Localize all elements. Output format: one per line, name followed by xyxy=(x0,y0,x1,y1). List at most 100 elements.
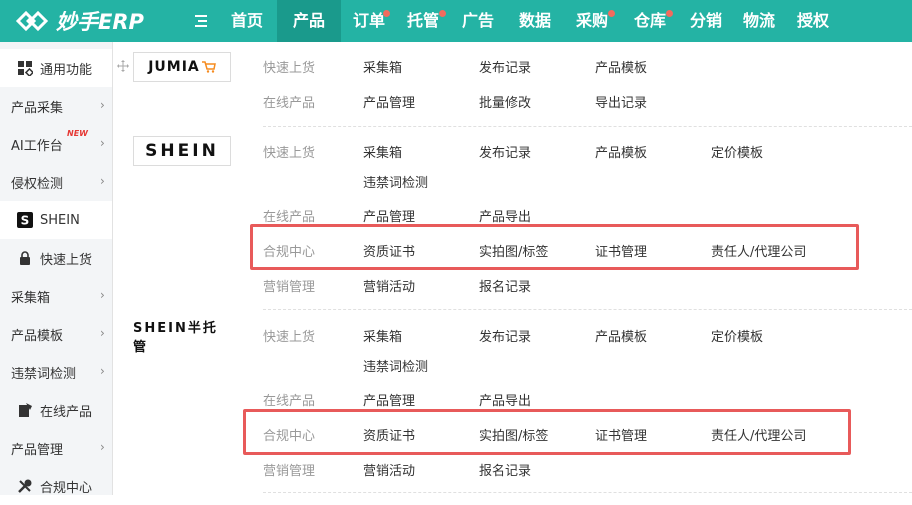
link-collect-box[interactable]: 采集箱 xyxy=(363,57,402,76)
logo-text: 妙手ERP xyxy=(56,10,144,34)
sidebar-item-collect-box[interactable]: 采集箱 › xyxy=(0,277,112,315)
row-label-quick-listing: 快速上货 xyxy=(263,330,316,345)
sidebar-item-ai-workbench[interactable]: AI工作台 NEW › xyxy=(0,125,112,163)
product-menu-panel: JUMIA 快速上货 采集箱 发布记录 产品模板 在线产品 产品管理 批量修改 … xyxy=(113,42,912,495)
nav-tab-home[interactable]: 首页 xyxy=(217,0,277,42)
lock-icon xyxy=(20,251,30,265)
sidebar-item-label: 合规中心 xyxy=(40,480,93,496)
brand-name: SHEIN半托管 xyxy=(133,321,218,355)
nav-tab-orders[interactable]: 订单 xyxy=(341,0,397,42)
link-banned-words-check[interactable]: 违禁词检测 xyxy=(363,172,428,191)
link-publish-records[interactable]: 发布记录 xyxy=(479,57,531,76)
tools-icon xyxy=(18,479,32,493)
sidebar-item-product-management[interactable]: 产品管理 › xyxy=(0,429,112,467)
link-product-management[interactable]: 产品管理 xyxy=(363,92,415,111)
sidebar-item-compliance[interactable]: 合规中心 xyxy=(0,467,112,505)
nav-tab-products[interactable]: 产品 xyxy=(277,0,341,42)
sidebar-item-online-products[interactable]: 在线产品 xyxy=(0,391,112,429)
link-export-records[interactable]: 导出记录 xyxy=(595,92,647,111)
move-icon[interactable] xyxy=(117,60,129,72)
link-certificate-management[interactable]: 证书管理 xyxy=(595,241,647,260)
link-real-photo-label[interactable]: 实拍图/标签 xyxy=(479,241,548,260)
sidebar-item-label: 侵权检测 xyxy=(11,176,64,192)
shein-logo: SHEIN xyxy=(133,136,231,166)
link-publish-records[interactable]: 发布记录 xyxy=(479,326,531,345)
link-marketing-activities[interactable]: 营销活动 xyxy=(363,460,415,479)
sidebar-item-label: AI工作台 xyxy=(11,138,63,154)
link-registration-records[interactable]: 报名记录 xyxy=(479,460,531,479)
logo-mark-icon xyxy=(15,10,49,32)
row-label-online-products: 在线产品 xyxy=(263,96,316,111)
sidebar-item-general[interactable]: 通用功能 xyxy=(0,49,112,87)
link-responsible-agent[interactable]: 责任人/代理公司 xyxy=(711,241,806,260)
link-product-management[interactable]: 产品管理 xyxy=(363,206,415,225)
sidebar-item-label: 快速上货 xyxy=(40,252,93,268)
link-collect-box[interactable]: 采集箱 xyxy=(363,326,402,345)
nav-tab-data[interactable]: 数据 xyxy=(507,0,563,42)
section-divider xyxy=(263,126,912,127)
sidebar-item-shein[interactable]: S SHEIN xyxy=(0,201,112,239)
link-product-export[interactable]: 产品导出 xyxy=(479,390,531,409)
app-logo[interactable]: 妙手ERP xyxy=(14,5,144,37)
link-product-management[interactable]: 产品管理 xyxy=(363,390,415,409)
link-qualification-certificate[interactable]: 资质证书 xyxy=(363,241,415,260)
chevron-right-icon: › xyxy=(100,364,105,378)
menu-toggle-icon[interactable] xyxy=(193,13,209,29)
grid-icon xyxy=(18,61,33,76)
sidebar-item-product-template[interactable]: 产品模板 › xyxy=(0,315,112,353)
svg-text:S: S xyxy=(21,214,30,228)
chevron-right-icon: › xyxy=(100,136,105,150)
link-publish-records[interactable]: 发布记录 xyxy=(479,142,531,161)
row-label-online-products: 在线产品 xyxy=(263,394,316,409)
row-label-compliance-center: 合规中心 xyxy=(263,429,316,444)
sidebar-item-infringement[interactable]: 侵权检测 › xyxy=(0,163,112,201)
top-navigation-bar: 妙手ERP 首页 产品 订单 托管 广告 数据 采购 仓库 分销 物流 授权 xyxy=(0,0,912,42)
row-label-marketing: 营销管理 xyxy=(263,280,316,295)
link-pricing-template[interactable]: 定价模板 xyxy=(711,142,763,161)
sidebar-item-quick-listing[interactable]: 快速上货 xyxy=(0,239,112,277)
jumia-logo: JUMIA xyxy=(133,52,231,82)
notification-dot xyxy=(439,10,446,17)
row-label-quick-listing: 快速上货 xyxy=(263,146,316,161)
notification-dot xyxy=(666,10,673,17)
link-product-template[interactable]: 产品模板 xyxy=(595,326,647,345)
section-divider xyxy=(263,309,912,310)
nav-tab-logistics[interactable]: 物流 xyxy=(733,0,785,42)
nav-tab-authorization[interactable]: 授权 xyxy=(785,0,841,42)
cart-icon xyxy=(201,61,216,73)
row-label-compliance-center: 合规中心 xyxy=(263,245,316,260)
nav-tab-distribution[interactable]: 分销 xyxy=(679,0,733,42)
link-qualification-certificate[interactable]: 资质证书 xyxy=(363,425,415,444)
sidebar-item-label: 采集箱 xyxy=(11,290,51,306)
link-product-export[interactable]: 产品导出 xyxy=(479,206,531,225)
link-registration-records[interactable]: 报名记录 xyxy=(479,276,531,295)
notification-dot xyxy=(383,10,390,17)
link-banned-words-check[interactable]: 违禁词检测 xyxy=(363,356,428,375)
nav-tab-hosting[interactable]: 托管 xyxy=(397,0,449,42)
main-nav: 首页 产品 订单 托管 广告 数据 采购 仓库 分销 物流 授权 xyxy=(217,0,841,42)
sidebar-item-label: 产品模板 xyxy=(11,328,64,344)
link-product-template[interactable]: 产品模板 xyxy=(595,57,647,76)
sidebar: 通用功能 产品采集 › AI工作台 NEW › 侵权检测 › S SHEIN 快… xyxy=(0,42,112,496)
link-pricing-template[interactable]: 定价模板 xyxy=(711,326,763,345)
nav-tab-ads[interactable]: 广告 xyxy=(449,0,507,42)
notification-dot xyxy=(608,10,615,17)
sidebar-item-banned-words[interactable]: 违禁词检测 › xyxy=(0,353,112,391)
sidebar-item-label: SHEIN xyxy=(40,212,80,228)
sidebar-item-label: 产品管理 xyxy=(11,442,64,458)
link-marketing-activities[interactable]: 营销活动 xyxy=(363,276,415,295)
link-certificate-management[interactable]: 证书管理 xyxy=(595,425,647,444)
chevron-right-icon: › xyxy=(100,288,105,302)
sidebar-item-product-collect[interactable]: 产品采集 › xyxy=(0,87,112,125)
link-real-photo-label[interactable]: 实拍图/标签 xyxy=(479,425,548,444)
link-collect-box[interactable]: 采集箱 xyxy=(363,142,402,161)
chevron-right-icon: › xyxy=(100,98,105,112)
shein-icon: S xyxy=(17,212,33,228)
nav-tab-warehouse[interactable]: 仓库 xyxy=(621,0,679,42)
link-batch-edit[interactable]: 批量修改 xyxy=(479,92,531,111)
link-responsible-agent[interactable]: 责任人/代理公司 xyxy=(711,425,806,444)
link-product-template[interactable]: 产品模板 xyxy=(595,142,647,161)
shein-semi-hosted-logo: SHEIN半托管 xyxy=(133,321,231,355)
sidebar-item-label: 在线产品 xyxy=(40,404,93,420)
nav-tab-purchasing[interactable]: 采购 xyxy=(563,0,621,42)
